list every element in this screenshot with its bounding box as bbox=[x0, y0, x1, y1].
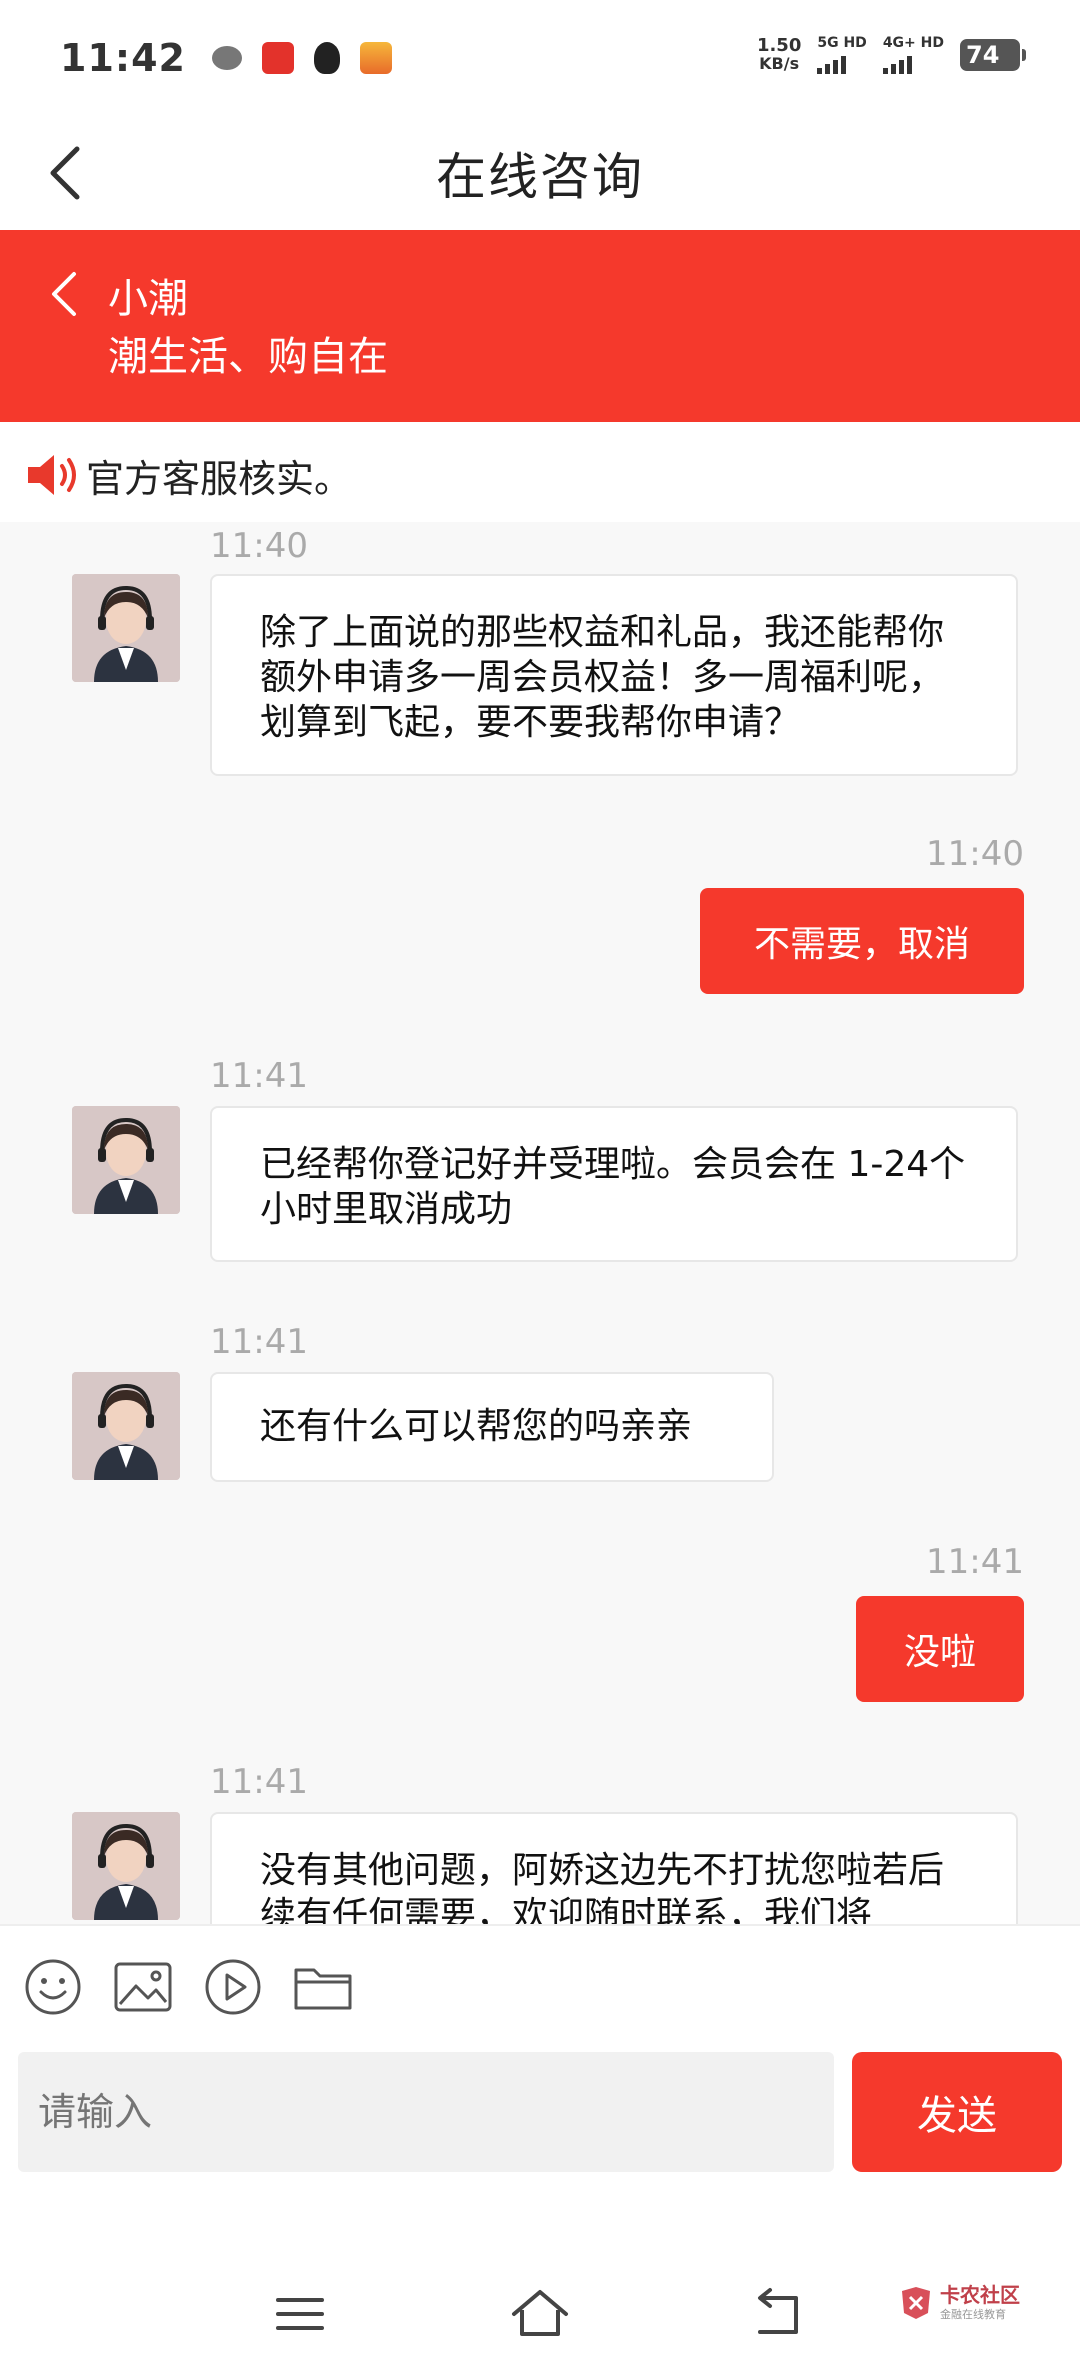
incoming-message: 已经帮你登记好并受理啦。会员会在 1-24个小时里取消成功 bbox=[210, 1106, 1018, 1262]
watermark: 卡农社区 金融在线教育 bbox=[898, 2284, 1020, 2322]
message-time: 11:41 bbox=[210, 1056, 308, 1096]
wechat-icon bbox=[211, 46, 242, 70]
back-nav-icon[interactable] bbox=[750, 2284, 810, 2344]
input-row: 发送 bbox=[0, 2052, 1080, 2176]
folder-icon[interactable] bbox=[292, 1956, 354, 2018]
agent-avatar bbox=[72, 1106, 180, 1214]
watermark-logo-icon bbox=[902, 2287, 930, 2319]
status-right: 1.50 KB/s 5G HD 4G+ HD 74 bbox=[756, 35, 1026, 74]
agent-avatar bbox=[72, 574, 180, 682]
input-toolbar bbox=[0, 1924, 1080, 2044]
app-yellow-icon bbox=[359, 42, 392, 74]
signal-bars-icon bbox=[882, 54, 944, 74]
sim1-signal: 5G HD bbox=[817, 36, 867, 74]
notice-text: 官方客服核实。 bbox=[86, 457, 353, 501]
net-speed: 1.50 KB/s bbox=[756, 35, 802, 73]
chevron-left-icon bbox=[50, 146, 80, 200]
agent-avatar-icon bbox=[72, 1372, 180, 1480]
notice-bar: 官方客服核实。 bbox=[0, 422, 1080, 522]
notification-icons bbox=[211, 42, 392, 74]
signal-bars-icon bbox=[817, 54, 866, 74]
qq-icon bbox=[313, 42, 340, 74]
chat-screen: 11:42 1.50 KB/s 5G HD 4G+ HD 74 在线咨询 小潮 … bbox=[0, 0, 1080, 2376]
outgoing-message: 没啦 bbox=[856, 1596, 1024, 1702]
speaker-icon bbox=[28, 455, 76, 495]
outgoing-message: 不需要，取消 bbox=[700, 888, 1024, 994]
chevron-left-icon[interactable] bbox=[44, 266, 84, 322]
image-icon[interactable] bbox=[112, 1956, 174, 2018]
agent-avatar-icon bbox=[72, 574, 180, 682]
message-time: 11:40 bbox=[926, 834, 1024, 874]
agent-avatar-icon bbox=[72, 1106, 180, 1214]
incoming-message: 没有其他问题，阿娇这边先不打扰您啦若后续有任何需要，欢迎随时联系，我们将 bbox=[210, 1812, 1018, 1924]
banner-slogan: 潮生活、购自在 bbox=[108, 334, 388, 380]
message-time: 11:40 bbox=[210, 526, 308, 566]
battery-indicator: 74 bbox=[960, 39, 1026, 71]
agent-avatar bbox=[72, 1372, 180, 1480]
page-title: 在线咨询 bbox=[436, 148, 644, 206]
video-icon[interactable] bbox=[202, 1956, 264, 2018]
agent-avatar bbox=[72, 1812, 180, 1920]
chat-area[interactable]: 11:40 除了上面说的那些权益和礼品，我还能帮你额外申请多一周会员权益！多一周… bbox=[0, 522, 1080, 1924]
message-time: 11:41 bbox=[210, 1322, 308, 1362]
status-time: 11:42 bbox=[60, 36, 186, 80]
message-time: 11:41 bbox=[210, 1762, 308, 1802]
incoming-message: 除了上面说的那些权益和礼品，我还能帮你额外申请多一周会员权益！多一周福利呢，划算… bbox=[210, 574, 1018, 776]
agent-name: 小潮 bbox=[108, 276, 188, 322]
status-bar: 11:42 1.50 KB/s 5G HD 4G+ HD 74 bbox=[0, 0, 1080, 116]
service-banner: 小潮 潮生活、购自在 bbox=[0, 230, 1080, 422]
home-icon[interactable] bbox=[510, 2284, 570, 2344]
menu-icon[interactable] bbox=[270, 2284, 330, 2344]
top-header: 在线咨询 bbox=[0, 116, 1080, 230]
sim2-signal: 4G+ HD bbox=[882, 36, 944, 74]
app-red-icon bbox=[261, 42, 294, 74]
emoji-icon[interactable] bbox=[22, 1956, 84, 2018]
message-time: 11:41 bbox=[926, 1542, 1024, 1582]
send-button[interactable]: 发送 bbox=[852, 2052, 1062, 2172]
back-button[interactable] bbox=[30, 138, 100, 208]
system-nav-bar: 卡农社区 金融在线教育 bbox=[0, 2260, 1080, 2376]
incoming-message: 还有什么可以帮您的吗亲亲 bbox=[210, 1372, 774, 1482]
message-input[interactable] bbox=[18, 2052, 834, 2172]
agent-avatar-icon bbox=[72, 1812, 180, 1920]
